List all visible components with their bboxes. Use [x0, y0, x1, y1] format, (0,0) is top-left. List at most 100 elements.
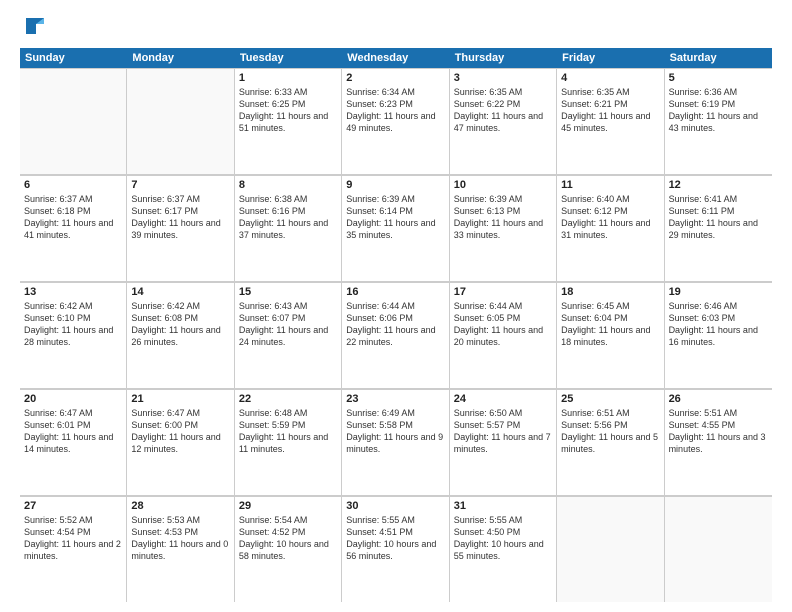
cell-info: Sunrise: 6:47 AM Sunset: 6:01 PM Dayligh…	[24, 407, 122, 456]
day-number: 22	[239, 393, 337, 405]
calendar-cell: 27 Sunrise: 5:52 AM Sunset: 4:54 PM Dayli…	[20, 496, 127, 602]
calendar-cell: 25Sunrise: 6:51 AM Sunset: 5:56 PM Dayli…	[557, 389, 664, 495]
calendar-cell	[665, 496, 772, 602]
cell-info: Sunrise: 5:55 AM Sunset: 4:51 PM Dayligh…	[346, 514, 444, 563]
day-number: 4	[561, 72, 659, 84]
cell-info: Sunrise: 6:38 AM Sunset: 6:16 PM Dayligh…	[239, 193, 337, 242]
calendar-cell: 8 Sunrise: 6:38 AM Sunset: 6:16 PM Daylig…	[235, 175, 342, 281]
calendar-week-row: 6 Sunrise: 6:37 AM Sunset: 6:18 PM Daylig…	[20, 175, 772, 282]
cell-info: Sunrise: 5:51 AM Sunset: 4:55 PM Dayligh…	[669, 407, 768, 456]
calendar-cell	[127, 68, 234, 174]
calendar-body: 1 Sunrise: 6:33 AM Sunset: 6:25 PM Daylig…	[20, 68, 772, 602]
calendar-cell: 14 Sunrise: 6:42 AM Sunset: 6:08 PM Dayli…	[127, 282, 234, 388]
cell-info: Sunrise: 5:54 AM Sunset: 4:52 PM Dayligh…	[239, 514, 337, 563]
header	[20, 16, 772, 38]
day-number: 6	[24, 179, 122, 191]
cell-info: Sunrise: 6:44 AM Sunset: 6:05 PM Dayligh…	[454, 300, 552, 349]
calendar-cell: 20 Sunrise: 6:47 AM Sunset: 6:01 PM Dayli…	[20, 389, 127, 495]
cell-info: Sunrise: 6:48 AM Sunset: 5:59 PM Dayligh…	[239, 407, 337, 456]
calendar-cell: 13 Sunrise: 6:42 AM Sunset: 6:10 PM Dayli…	[20, 282, 127, 388]
cell-info: Sunrise: 6:47 AM Sunset: 6:00 PM Dayligh…	[131, 407, 229, 456]
cell-info: Sunrise: 5:53 AM Sunset: 4:53 PM Dayligh…	[131, 514, 229, 563]
day-number: 11	[561, 179, 659, 191]
calendar-cell: 3 Sunrise: 6:35 AM Sunset: 6:22 PM Daylig…	[450, 68, 557, 174]
cell-info: Sunrise: 5:52 AM Sunset: 4:54 PM Dayligh…	[24, 514, 122, 563]
day-number: 5	[669, 72, 768, 84]
calendar-week-row: 20 Sunrise: 6:47 AM Sunset: 6:01 PM Dayli…	[20, 389, 772, 496]
calendar-cell: 19 Sunrise: 6:46 AM Sunset: 6:03 PM Dayli…	[665, 282, 772, 388]
calendar-header-row: SundayMondayTuesdayWednesdayThursdayFrid…	[20, 48, 772, 68]
calendar: SundayMondayTuesdayWednesdayThursdayFrid…	[20, 48, 772, 602]
cell-info: Sunrise: 6:35 AM Sunset: 6:22 PM Dayligh…	[454, 86, 552, 135]
day-number: 19	[669, 286, 768, 298]
day-number: 27	[24, 500, 122, 512]
calendar-cell	[20, 68, 127, 174]
day-number: 15	[239, 286, 337, 298]
day-number: 1	[239, 72, 337, 84]
calendar-cell	[557, 496, 664, 602]
cell-info: Sunrise: 6:44 AM Sunset: 6:06 PM Dayligh…	[346, 300, 444, 349]
calendar-header-cell: Saturday	[665, 48, 772, 68]
day-number: 20	[24, 393, 122, 405]
day-number: 10	[454, 179, 552, 191]
day-number: 29	[239, 500, 337, 512]
cell-info: Sunrise: 6:46 AM Sunset: 6:03 PM Dayligh…	[669, 300, 768, 349]
calendar-cell: 30 Sunrise: 5:55 AM Sunset: 4:51 PM Dayli…	[342, 496, 449, 602]
day-number: 18	[561, 286, 659, 298]
cell-info: Sunrise: 6:51 AM Sunset: 5:56 PM Dayligh…	[561, 407, 659, 456]
cell-info: Sunrise: 5:55 AM Sunset: 4:50 PM Dayligh…	[454, 514, 552, 563]
calendar-cell: 5 Sunrise: 6:36 AM Sunset: 6:19 PM Daylig…	[665, 68, 772, 174]
calendar-cell: 29 Sunrise: 5:54 AM Sunset: 4:52 PM Dayli…	[235, 496, 342, 602]
calendar-cell: 9Sunrise: 6:39 AM Sunset: 6:14 PM Daylig…	[342, 175, 449, 281]
logo-icon	[22, 16, 44, 38]
calendar-week-row: 1 Sunrise: 6:33 AM Sunset: 6:25 PM Daylig…	[20, 68, 772, 175]
cell-info: Sunrise: 6:50 AM Sunset: 5:57 PM Dayligh…	[454, 407, 552, 456]
day-number: 23	[346, 393, 444, 405]
calendar-cell: 24 Sunrise: 6:50 AM Sunset: 5:57 PM Dayli…	[450, 389, 557, 495]
cell-info: Sunrise: 6:33 AM Sunset: 6:25 PM Dayligh…	[239, 86, 337, 135]
calendar-cell: 18Sunrise: 6:45 AM Sunset: 6:04 PM Dayli…	[557, 282, 664, 388]
calendar-cell: 2 Sunrise: 6:34 AM Sunset: 6:23 PM Daylig…	[342, 68, 449, 174]
cell-info: Sunrise: 6:40 AM Sunset: 6:12 PM Dayligh…	[561, 193, 659, 242]
cell-info: Sunrise: 6:41 AM Sunset: 6:11 PM Dayligh…	[669, 193, 768, 242]
cell-info: Sunrise: 6:42 AM Sunset: 6:10 PM Dayligh…	[24, 300, 122, 349]
day-number: 21	[131, 393, 229, 405]
calendar-week-row: 27 Sunrise: 5:52 AM Sunset: 4:54 PM Dayli…	[20, 496, 772, 602]
calendar-cell: 4Sunrise: 6:35 AM Sunset: 6:21 PM Daylig…	[557, 68, 664, 174]
day-number: 2	[346, 72, 444, 84]
calendar-cell: 21 Sunrise: 6:47 AM Sunset: 6:00 PM Dayli…	[127, 389, 234, 495]
day-number: 14	[131, 286, 229, 298]
cell-info: Sunrise: 6:43 AM Sunset: 6:07 PM Dayligh…	[239, 300, 337, 349]
cell-info: Sunrise: 6:39 AM Sunset: 6:14 PM Dayligh…	[346, 193, 444, 242]
day-number: 13	[24, 286, 122, 298]
calendar-cell: 26 Sunrise: 5:51 AM Sunset: 4:55 PM Dayli…	[665, 389, 772, 495]
cell-info: Sunrise: 6:37 AM Sunset: 6:18 PM Dayligh…	[24, 193, 122, 242]
cell-info: Sunrise: 6:36 AM Sunset: 6:19 PM Dayligh…	[669, 86, 768, 135]
calendar-cell: 22 Sunrise: 6:48 AM Sunset: 5:59 PM Dayli…	[235, 389, 342, 495]
day-number: 30	[346, 500, 444, 512]
day-number: 31	[454, 500, 552, 512]
page: SundayMondayTuesdayWednesdayThursdayFrid…	[0, 0, 792, 612]
calendar-header-cell: Friday	[557, 48, 664, 68]
day-number: 26	[669, 393, 768, 405]
day-number: 16	[346, 286, 444, 298]
calendar-header-cell: Sunday	[20, 48, 127, 68]
logo	[20, 16, 44, 38]
calendar-cell: 12 Sunrise: 6:41 AM Sunset: 6:11 PM Dayli…	[665, 175, 772, 281]
calendar-header-cell: Monday	[127, 48, 234, 68]
day-number: 3	[454, 72, 552, 84]
day-number: 24	[454, 393, 552, 405]
day-number: 8	[239, 179, 337, 191]
calendar-cell: 17 Sunrise: 6:44 AM Sunset: 6:05 PM Dayli…	[450, 282, 557, 388]
calendar-header-cell: Tuesday	[235, 48, 342, 68]
calendar-cell: 28 Sunrise: 5:53 AM Sunset: 4:53 PM Dayli…	[127, 496, 234, 602]
cell-info: Sunrise: 6:49 AM Sunset: 5:58 PM Dayligh…	[346, 407, 444, 456]
day-number: 12	[669, 179, 768, 191]
cell-info: Sunrise: 6:42 AM Sunset: 6:08 PM Dayligh…	[131, 300, 229, 349]
calendar-cell: 16 Sunrise: 6:44 AM Sunset: 6:06 PM Dayli…	[342, 282, 449, 388]
calendar-week-row: 13 Sunrise: 6:42 AM Sunset: 6:10 PM Dayli…	[20, 282, 772, 389]
day-number: 28	[131, 500, 229, 512]
cell-info: Sunrise: 6:34 AM Sunset: 6:23 PM Dayligh…	[346, 86, 444, 135]
day-number: 17	[454, 286, 552, 298]
calendar-cell: 11 Sunrise: 6:40 AM Sunset: 6:12 PM Dayli…	[557, 175, 664, 281]
